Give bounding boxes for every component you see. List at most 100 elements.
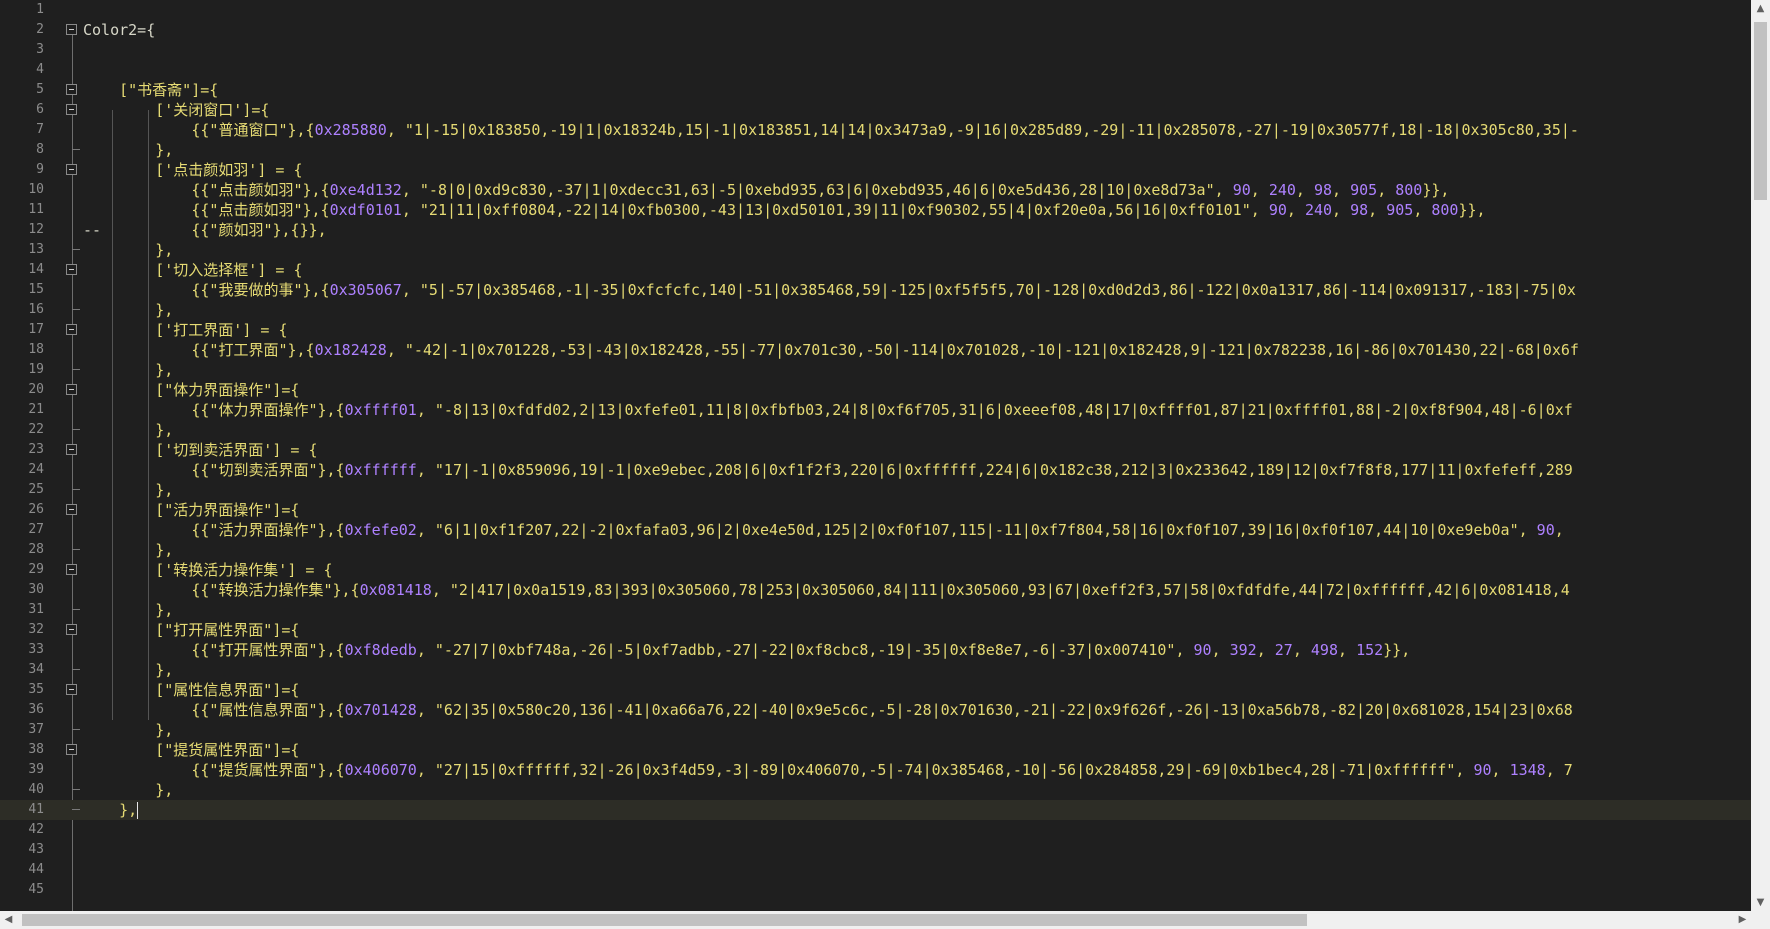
code-line[interactable]: 2 Color2={ [0,20,1751,40]
code-line[interactable]: 35 ["属性信息界面"]={ [0,680,1751,700]
code-text: }, [83,360,173,380]
line-number: 44 [28,862,44,877]
code-text: ["活力界面操作"]={ [83,500,299,520]
code-text: {{"我要做的事"},{0x305067, "5|-57|0x385468,-1… [83,280,1575,300]
code-line[interactable]: 24 {{"切到卖活界面"},{0xffffff, "17|-1|0x85909… [0,460,1751,480]
vertical-scroll-thumb[interactable] [1754,22,1767,200]
fold-toggle-icon[interactable] [66,24,77,35]
code-line[interactable]: 12 -- {{"颜如羽"},{}}, [0,220,1751,240]
code-text: ['打工界面'] = { [83,320,287,340]
scroll-down-arrow-icon[interactable]: ▼ [1751,894,1770,911]
fold-toggle-icon[interactable] [66,504,77,515]
code-line[interactable]: 39 {{"提货属性界面"},{0x406070, "27|15|0xfffff… [0,760,1751,780]
fold-toggle-icon[interactable] [66,84,77,95]
code-text: {{"打工界面"},{0x182428, "-42|-1|0x701228,-5… [83,340,1579,360]
code-line[interactable]: 6 ['关闭窗口']={ [0,100,1751,120]
code-line[interactable]: 10 {{"点击颜如羽"},{0xe4d132, "-8|0|0xd9c830,… [0,180,1751,200]
code-line[interactable]: 5 ["书香斋"]={ [0,80,1751,100]
code-line[interactable]: 22 }, [0,420,1751,440]
code-line[interactable]: 36 {{"属性信息界面"},{0x701428, "62|35|0x580c2… [0,700,1751,720]
code-line[interactable]: 43 [0,840,1751,860]
code-line[interactable]: 13 }, [0,240,1751,260]
horizontal-scrollbar[interactable]: ◀ ▶ [0,911,1751,929]
line-number: 37 [28,722,44,737]
code-line[interactable]: 30 {{"转换活力操作集"},{0x081418, "2|417|0x0a15… [0,580,1751,600]
code-line[interactable]: 44 [0,860,1751,880]
code-line[interactable]: 18 {{"打工界面"},{0x182428, "-42|-1|0x701228… [0,340,1751,360]
code-line[interactable]: 34 }, [0,660,1751,680]
code-line[interactable]: 29 ['转换活力操作集'] = { [0,560,1751,580]
code-line[interactable]: 37 }, [0,720,1751,740]
code-line[interactable]: 20 ["体力界面操作"]={ [0,380,1751,400]
horizontal-scroll-thumb[interactable] [22,914,1307,926]
code-line[interactable]: 3 [0,40,1751,60]
code-token: , [1455,761,1474,779]
code-token: }, [155,421,174,439]
fold-toggle-icon[interactable] [66,104,77,115]
vertical-scrollbar[interactable]: ▲ ▼ [1751,0,1770,911]
code-line[interactable]: 41 }, [0,800,1751,820]
code-line[interactable]: 26 ["活力界面操作"]={ [0,500,1751,520]
code-token: , [416,521,435,539]
code-line[interactable]: 32 ["打开属性界面"]={ [0,620,1751,640]
code-token: {{"我要做的事"},{ [191,281,330,299]
code-line[interactable]: 19 }, [0,360,1751,380]
code-token: ['切入选择框'] = { [155,261,303,279]
code-line[interactable]: 45 [0,880,1751,900]
code-text: }, [83,660,173,680]
fold-toggle-icon[interactable] [66,564,77,575]
code-line[interactable]: 1 [0,0,1751,20]
code-line[interactable]: 27 {{"活力界面操作"},{0xfefe02, "6|1|0xf1f207,… [0,520,1751,540]
fold-toggle-icon[interactable] [66,624,77,635]
number-token: 0xf8dedb [344,641,417,659]
code-line[interactable]: 42 [0,820,1751,840]
code-line[interactable]: 7 {{"普通窗口"},{0x285880, "1|-15|0x183850,-… [0,120,1751,140]
code-editor[interactable]: 1 2 Color2={3 4 5 ["书香斋"]={6 ['关闭窗口']={7 {{"… [0,0,1751,911]
scroll-right-arrow-icon[interactable]: ▶ [1734,911,1751,929]
code-line[interactable]: 8 }, [0,140,1751,160]
code-line[interactable]: 31 }, [0,600,1751,620]
code-token: , [1250,201,1269,219]
code-line[interactable]: 40 }, [0,780,1751,800]
code-token: , [1491,761,1510,779]
code-token: , [1518,521,1537,539]
number-token: 240 [1268,181,1296,199]
fold-toggle-icon[interactable] [66,444,77,455]
fold-toggle-icon[interactable] [66,264,77,275]
code-token: "1|-15|0x183850,-19|1|0x18324b,15|-1|0x1… [404,121,1579,139]
line-number: 4 [36,62,44,77]
code-line[interactable]: 14 ['切入选择框'] = { [0,260,1751,280]
code-line[interactable]: 17 ['打工界面'] = { [0,320,1751,340]
code-line[interactable]: 16 }, [0,300,1751,320]
code-line[interactable]: 21 {{"体力界面操作"},{0xffff01, "-8|13|0xfdfd0… [0,400,1751,420]
fold-toggle-icon[interactable] [66,164,77,175]
fold-toggle-icon[interactable] [66,684,77,695]
fold-toggle-icon[interactable] [66,324,77,335]
code-line[interactable]: 4 [0,60,1751,80]
code-line[interactable]: 9 ['点击颜如羽'] = { [0,160,1751,180]
fold-toggle-icon[interactable] [66,384,77,395]
line-number: 25 [28,482,44,497]
scroll-up-arrow-icon[interactable]: ▲ [1751,0,1770,17]
code-line[interactable]: 15 {{"我要做的事"},{0x305067, "5|-57|0x385468… [0,280,1751,300]
code-line[interactable]: 28 }, [0,540,1751,560]
fold-toggle-icon[interactable] [66,744,77,755]
code-line[interactable]: 38 ["提货属性界面"]={ [0,740,1751,760]
fold-end-marker [72,300,80,310]
code-text: ['转换活力操作集'] = { [83,560,332,580]
fold-end-marker [72,360,80,370]
code-line[interactable]: 33 {{"打开属性界面"},{0xf8dedb, "-27|7|0xbf748… [0,640,1751,660]
line-number: 17 [28,322,44,337]
code-token: , [386,121,405,139]
line-number: 22 [28,422,44,437]
code-line[interactable]: 23 ['切到卖活界面'] = { [0,440,1751,460]
scroll-left-arrow-icon[interactable]: ◀ [0,911,17,929]
line-number: 24 [28,462,44,477]
code-line[interactable]: 11 {{"点击颜如羽"},{0xdf0101, "21|11|0xff0804… [0,200,1751,220]
code-line[interactable]: 25 }, [0,480,1751,500]
